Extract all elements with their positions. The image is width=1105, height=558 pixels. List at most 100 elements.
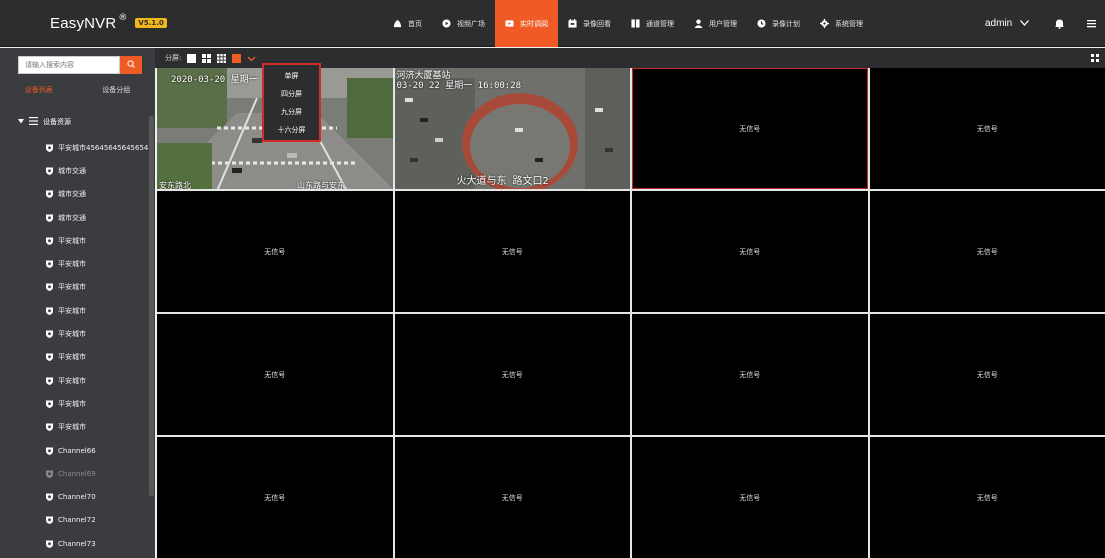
app-name: EasyNVR xyxy=(50,14,117,32)
device-item[interactable]: 平安城市 xyxy=(0,346,148,369)
tree-root[interactable]: 设备资源 xyxy=(18,117,71,127)
shield-icon xyxy=(46,493,53,502)
four-screen-icon[interactable] xyxy=(202,53,212,63)
home-icon xyxy=(393,19,402,28)
shield-icon xyxy=(46,283,53,292)
video-cell-3[interactable]: 无信号 xyxy=(632,68,868,189)
osd-camera-name-2: 山东路与安东 xyxy=(297,181,345,189)
nine-screen-icon[interactable] xyxy=(217,53,227,63)
shield-icon xyxy=(46,307,53,315)
device-item-label: 平安城市 xyxy=(58,376,86,385)
shield-icon xyxy=(46,400,53,408)
device-item[interactable]: Channel69 xyxy=(0,462,148,485)
user-name: admin xyxy=(985,18,1013,29)
sidebar: 设备列表 设备分组 设备资源 平安城市456456456456545城市交通城市… xyxy=(0,48,155,558)
shield-icon xyxy=(46,470,53,478)
video-cell-15[interactable]: 无信号 xyxy=(632,437,868,558)
registered-mark: ® xyxy=(118,13,128,23)
nav-item-label: 录像回看 xyxy=(583,19,611,28)
device-item[interactable]: 城市交通 xyxy=(0,159,148,182)
device-item[interactable]: Channel72 xyxy=(0,509,148,532)
video-cell-6[interactable]: 无信号 xyxy=(394,191,630,312)
layout-option-single[interactable]: 单屏 xyxy=(264,67,319,85)
device-item[interactable]: 平安城市 xyxy=(0,229,148,252)
layout-option-four[interactable]: 四分屏 xyxy=(264,85,319,103)
video-icon xyxy=(505,19,514,28)
device-item[interactable]: 平安城市 xyxy=(0,299,148,322)
no-signal-label: 无信号 xyxy=(501,493,523,502)
tab-device-group[interactable]: 设备分组 xyxy=(78,82,156,98)
video-cell-16[interactable]: 无信号 xyxy=(869,437,1105,558)
layout-option-nine[interactable]: 九分屏 xyxy=(264,103,319,121)
device-item[interactable]: 平安城市 xyxy=(0,252,148,275)
single-screen-icon[interactable] xyxy=(187,53,197,63)
device-item[interactable]: Channel73 xyxy=(0,532,148,555)
layout-option-sixteen[interactable]: 十六分屏 xyxy=(264,121,319,139)
nav-item-channel-manage[interactable]: 通道管理 xyxy=(621,0,684,47)
nav-item-playback[interactable]: 录像回看 xyxy=(558,0,621,47)
device-item[interactable]: 平安城市 xyxy=(0,322,148,345)
nav-item-home[interactable]: 首页 xyxy=(383,0,432,47)
device-item[interactable]: 平安城市 xyxy=(0,392,148,415)
gear-icon xyxy=(820,19,829,28)
device-item-label: 城市交通 xyxy=(58,213,86,222)
device-item[interactable]: Channel70 xyxy=(0,485,148,508)
fullscreen-icon[interactable] xyxy=(1091,54,1099,62)
sidebar-scrollbar[interactable] xyxy=(149,116,154,496)
shield-icon xyxy=(46,353,53,362)
user-menu[interactable]: admin xyxy=(985,0,1030,47)
video-cell-4[interactable]: 无信号 xyxy=(869,68,1105,189)
shield-icon xyxy=(46,423,53,432)
video-cell-9[interactable]: 无信号 xyxy=(157,314,393,435)
nav-item-label: 首页 xyxy=(408,19,422,28)
video-cell-7[interactable]: 无信号 xyxy=(632,191,868,312)
bell-icon[interactable] xyxy=(1054,18,1065,29)
device-item-label: 平安城市 xyxy=(58,306,86,315)
chevron-down-icon xyxy=(1020,18,1030,29)
device-item[interactable]: 平安城市 xyxy=(0,416,148,439)
top-bar: EasyNVR ® V5.1.0 首页 视频广场 实时调阅 录像回看 通道管理 … xyxy=(0,0,1105,47)
sixteen-screen-icon[interactable] xyxy=(232,53,242,63)
no-signal-label: 无信号 xyxy=(739,247,761,256)
video-cell-12[interactable]: 无信号 xyxy=(869,314,1105,435)
no-signal-label: 无信号 xyxy=(976,370,998,379)
video-cell-10[interactable]: 无信号 xyxy=(394,314,630,435)
video-cell-13[interactable]: 无信号 xyxy=(157,437,393,558)
hamburger-menu-icon[interactable] xyxy=(1086,18,1097,29)
nav-item-user-manage[interactable]: 用户管理 xyxy=(684,0,747,47)
chevron-down-icon[interactable] xyxy=(247,54,256,63)
no-signal-label: 无信号 xyxy=(264,493,286,502)
list-icon xyxy=(29,117,38,127)
no-signal-label: 无信号 xyxy=(976,247,998,256)
video-cell-2[interactable]: 河济大厦基站 03-20 22 星期一 16:00:28 火大道与东 路文口2 xyxy=(394,68,630,189)
nav-item-label: 系统管理 xyxy=(835,19,863,28)
device-item[interactable]: 平安城市 xyxy=(0,369,148,392)
nav-item-label: 实时调阅 xyxy=(520,19,548,28)
brand[interactable]: EasyNVR ® V5.1.0 xyxy=(0,0,167,47)
search-input[interactable] xyxy=(18,56,120,74)
device-item[interactable]: 城市交通 xyxy=(0,206,148,229)
nav-item-system-manage[interactable]: 系统管理 xyxy=(810,0,873,47)
list-icon xyxy=(631,19,640,28)
device-item-label: 平安城市 xyxy=(58,236,86,245)
nav-item-label: 视频广场 xyxy=(457,19,485,28)
video-cell-11[interactable]: 无信号 xyxy=(632,314,868,435)
no-signal-label: 无信号 xyxy=(739,370,761,379)
video-cell-14[interactable]: 无信号 xyxy=(394,437,630,558)
device-item-label: 城市交通 xyxy=(58,190,86,199)
device-item-label: Channel66 xyxy=(58,446,96,455)
nav-item-label: 用户管理 xyxy=(709,19,737,28)
video-cell-5[interactable]: 无信号 xyxy=(157,191,393,312)
video-cell-8[interactable]: 无信号 xyxy=(869,191,1105,312)
tab-device-list[interactable]: 设备列表 xyxy=(0,82,78,98)
nav-item-live-view[interactable]: 实时调阅 xyxy=(495,0,558,47)
search-button[interactable] xyxy=(120,56,142,74)
device-item[interactable]: 平安城市 xyxy=(0,276,148,299)
device-item[interactable]: Channel66 xyxy=(0,439,148,462)
nav-item-record-plan[interactable]: 录像计划 xyxy=(747,0,810,47)
no-signal-label: 无信号 xyxy=(501,247,523,256)
nav-item-video-square[interactable]: 视频广场 xyxy=(432,0,495,47)
device-item[interactable]: 平安城市456456456456545 xyxy=(0,136,148,159)
device-item[interactable]: 城市交通 xyxy=(0,183,148,206)
no-signal-label: 无信号 xyxy=(501,370,523,379)
